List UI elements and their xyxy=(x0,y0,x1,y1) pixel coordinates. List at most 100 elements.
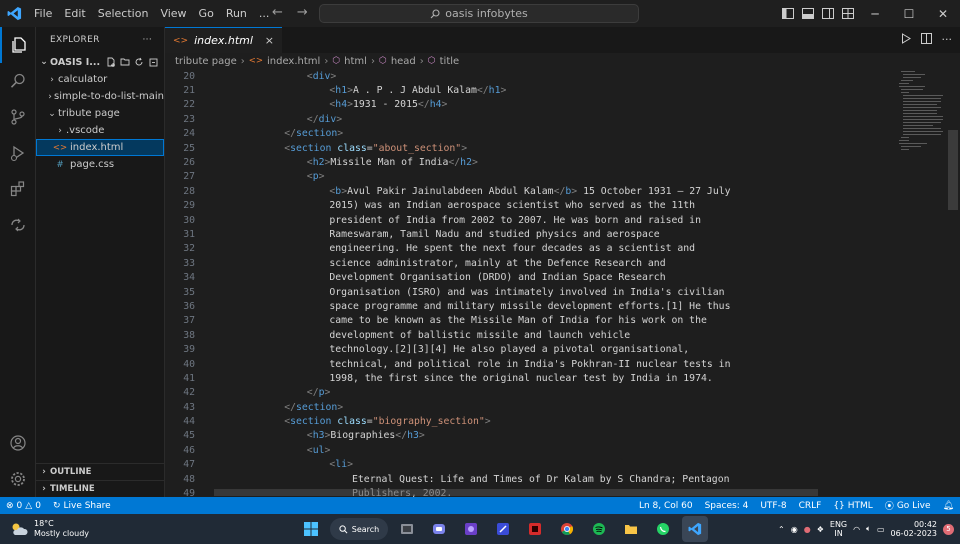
indentation-status[interactable]: Spaces: 4 xyxy=(699,501,755,511)
back-arrow-icon[interactable]: ← xyxy=(272,5,283,20)
live-share-status[interactable]: ↻ Live Share xyxy=(47,501,117,511)
toggle-panel-icon[interactable] xyxy=(798,0,818,27)
notifications-button[interactable]: 🔔︎ xyxy=(937,501,960,511)
toggle-sidebar-icon[interactable] xyxy=(778,0,798,27)
minimap[interactable] xyxy=(895,69,947,169)
start-button[interactable] xyxy=(298,516,324,542)
code-token: > xyxy=(337,128,344,140)
timeline-label: TIMELINE xyxy=(50,484,95,494)
tray-app-icon-2[interactable]: ● xyxy=(804,525,811,534)
chevron-up-icon[interactable]: ⌃ xyxy=(778,525,785,534)
dev-app[interactable] xyxy=(490,516,516,542)
whatsapp-app[interactable] xyxy=(650,516,676,542)
widgets-app[interactable] xyxy=(458,516,484,542)
eol-status[interactable]: CRLF xyxy=(793,501,828,511)
vertical-scrollbar[interactable] xyxy=(948,130,958,210)
tree-item-calculator[interactable]: › calculator xyxy=(36,71,164,88)
accounts-activity[interactable] xyxy=(0,425,36,461)
split-editor-icon[interactable] xyxy=(920,33,932,44)
clock[interactable]: 00:42 06-02-2023 xyxy=(891,520,938,538)
breadcrumb-item[interactable]: index.html xyxy=(267,56,320,67)
chevron-right-icon: › xyxy=(42,484,46,494)
teams-app[interactable] xyxy=(426,516,452,542)
menu-selection[interactable]: Selection xyxy=(92,7,155,20)
code-text: </section> xyxy=(284,402,343,413)
weather-widget[interactable]: 18°C Mostly cloudy xyxy=(0,519,200,539)
problems-status[interactable]: ⊗ 0 △ 0 xyxy=(0,501,47,511)
outline-section[interactable]: › OUTLINE xyxy=(36,463,165,480)
extensions-activity[interactable] xyxy=(0,171,36,207)
new-file-icon[interactable] xyxy=(106,57,116,67)
tree-item-label: index.html xyxy=(70,142,124,153)
cursor-position[interactable]: Ln 8, Col 60 xyxy=(633,501,699,511)
code-token: engineering. He spent the next four deca… xyxy=(329,243,696,255)
forward-arrow-icon[interactable]: → xyxy=(297,5,308,20)
menu-view[interactable]: View xyxy=(154,7,192,20)
vscode-app[interactable] xyxy=(682,516,708,542)
manage-activity[interactable] xyxy=(0,461,36,497)
tree-item-vscode[interactable]: › .vscode xyxy=(36,122,164,139)
chevron-right-icon: › xyxy=(240,55,245,67)
language-indicator[interactable]: ENG IN xyxy=(830,520,847,538)
tree-item-tribute-page[interactable]: ⌄ tribute page xyxy=(36,105,164,122)
line-number: 39 xyxy=(183,344,195,356)
menu-run[interactable]: Run xyxy=(220,7,253,20)
vscode-logo-icon xyxy=(0,0,28,27)
volume-icon[interactable]: 🔈︎ xyxy=(866,524,871,534)
close-window-button[interactable]: ✕ xyxy=(926,0,960,27)
task-view-app[interactable] xyxy=(394,516,420,542)
encoding-status[interactable]: UTF-8 xyxy=(754,501,792,511)
file-explorer-app[interactable] xyxy=(618,516,644,542)
menu-edit[interactable]: Edit xyxy=(58,7,91,20)
toggle-secondary-sidebar-icon[interactable] xyxy=(818,0,838,27)
customize-layout-icon[interactable] xyxy=(838,0,858,27)
menu-file[interactable]: File xyxy=(28,7,58,20)
code-line: 20 <div> xyxy=(165,69,895,83)
title-bar: File Edit Selection View Go Run ... ← → … xyxy=(0,0,960,27)
search-activity[interactable] xyxy=(0,63,36,99)
source-control-activity[interactable] xyxy=(0,99,36,135)
tab-index-html[interactable]: <> index.html × xyxy=(165,27,282,53)
breadcrumb-item[interactable]: head xyxy=(391,56,416,67)
red-app[interactable] xyxy=(522,516,548,542)
tree-item-simple-to-do-list-main[interactable]: › simple-to-do-list-main xyxy=(36,88,164,105)
horizontal-scrollbar[interactable] xyxy=(214,489,818,496)
code-token: > xyxy=(347,459,353,471)
breadcrumb-item[interactable]: html xyxy=(344,56,367,67)
command-center-search[interactable]: oasis infobytes xyxy=(319,4,639,23)
notification-badge[interactable]: 5 xyxy=(943,523,954,535)
go-live-button[interactable]: ⦿ Go Live xyxy=(879,499,937,513)
spotify-app[interactable] xyxy=(586,516,612,542)
maximize-button[interactable]: ☐ xyxy=(892,0,926,27)
breadcrumb-item[interactable]: tribute page xyxy=(175,56,237,67)
code-editor[interactable]: 20 <div> 21 <h1>A . P . J Abdul Kalam</h1> 2… xyxy=(165,69,895,497)
timeline-section[interactable]: › TIMELINE xyxy=(36,480,165,497)
tray-app-icon-3[interactable]: ❖ xyxy=(817,525,824,534)
chrome-app[interactable] xyxy=(554,516,580,542)
remote-explorer-activity[interactable] xyxy=(0,207,36,243)
run-debug-activity[interactable] xyxy=(0,135,36,171)
more-actions-icon[interactable]: ··· xyxy=(942,33,953,46)
new-folder-icon[interactable] xyxy=(120,57,130,67)
minimize-button[interactable]: ─ xyxy=(858,0,892,27)
collapse-all-icon[interactable] xyxy=(148,57,158,67)
menu-go[interactable]: Go xyxy=(193,7,220,20)
tree-item-index-html[interactable]: <> index.html xyxy=(36,139,164,156)
wifi-icon[interactable]: ◠ xyxy=(853,525,860,534)
weather-temp: 18°C xyxy=(34,519,54,528)
explorer-activity[interactable] xyxy=(0,27,36,63)
tray-app-icon[interactable]: ◉ xyxy=(791,525,798,534)
close-tab-icon[interactable]: × xyxy=(265,34,274,47)
gear-icon xyxy=(11,472,25,486)
tree-item-page-css[interactable]: # page.css xyxy=(36,156,164,173)
battery-icon[interactable]: ▭ xyxy=(877,525,885,534)
breadcrumb-item[interactable]: title xyxy=(440,56,460,67)
taskbar-search[interactable]: Search xyxy=(330,518,388,540)
workspace-folder[interactable]: ⌄ OASIS I... xyxy=(36,53,164,71)
refresh-icon[interactable] xyxy=(134,57,144,67)
more-actions-icon[interactable]: ··· xyxy=(143,35,152,45)
code-token: 1931 - 2015 xyxy=(353,99,418,111)
run-icon[interactable] xyxy=(901,33,911,44)
language-mode[interactable]: {} HTML xyxy=(827,501,879,511)
code-token: ul xyxy=(312,444,325,456)
